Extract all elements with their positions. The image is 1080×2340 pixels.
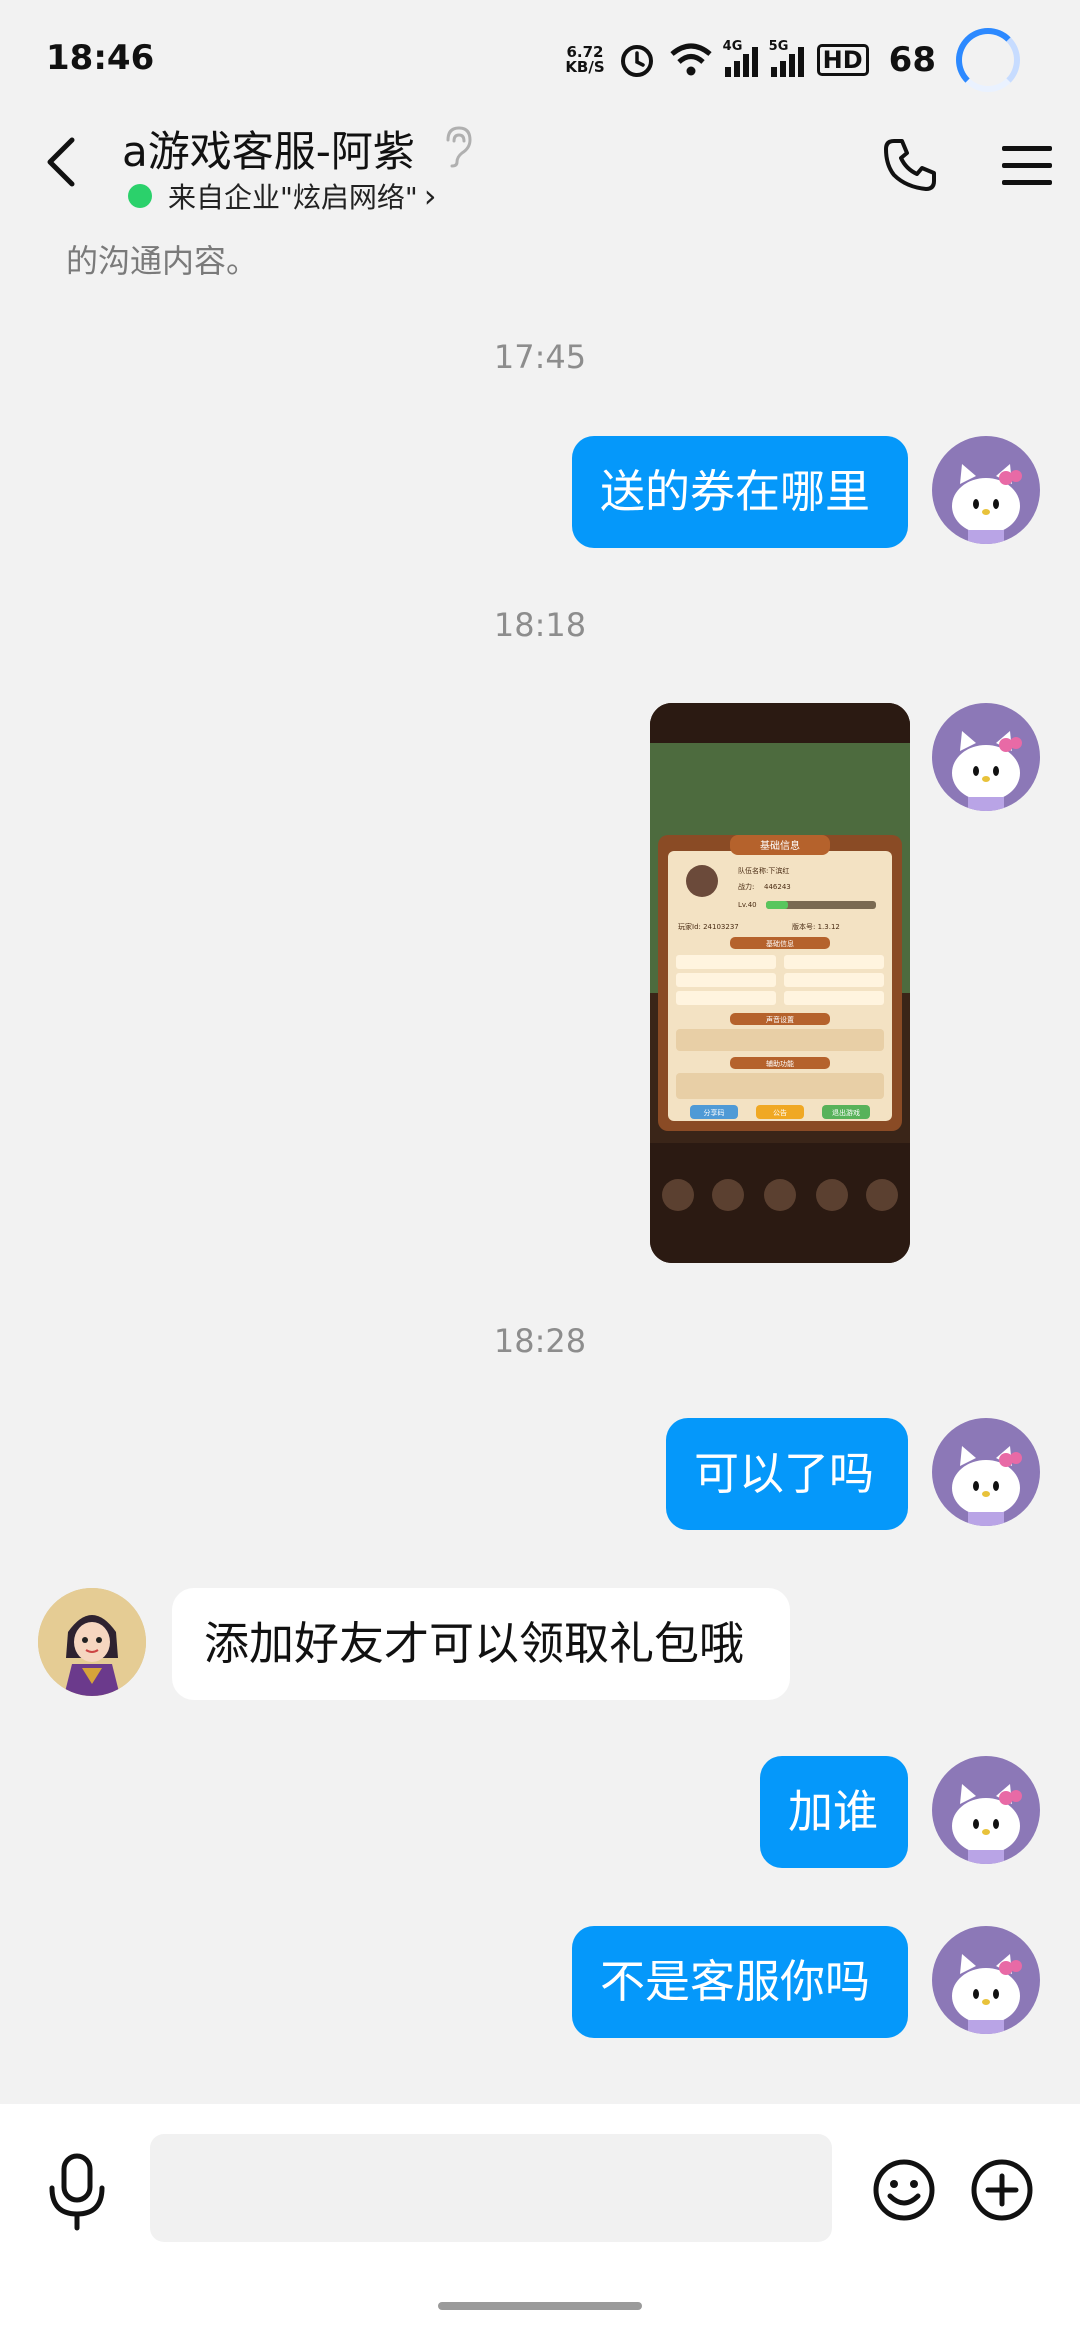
online-status-dot [128, 184, 152, 208]
message-outgoing[interactable]: 可以了吗 [666, 1418, 908, 1530]
timestamp: 18:18 [493, 606, 587, 644]
hello-kitty-avatar-icon [952, 1446, 1022, 1526]
status-time: 18:46 [46, 38, 155, 78]
system-notice-text: 的沟通内容。 [66, 242, 259, 280]
agent-avatar[interactable] [38, 1588, 146, 1696]
status-icons: 6.72 KB/S 4G 5G HD 68 [565, 28, 1020, 92]
svg-text:版本号: 1.3.12: 版本号: 1.3.12 [792, 922, 840, 931]
message-outgoing[interactable]: 加谁 [760, 1756, 908, 1868]
user-avatar[interactable] [932, 436, 1040, 544]
mic-icon[interactable] [44, 2152, 110, 2232]
wifi-icon [670, 43, 712, 76]
hello-kitty-avatar-icon [952, 464, 1022, 544]
hello-kitty-avatar-icon [952, 1784, 1022, 1864]
loading-ring-icon [956, 28, 1020, 92]
svg-text:队伍名称:下滨红: 队伍名称:下滨红 [738, 866, 789, 875]
ear-icon [446, 126, 472, 168]
agent-character-avatar-icon [38, 1588, 146, 1696]
home-indicator[interactable] [438, 2302, 642, 2310]
svg-text:Lv.40: Lv.40 [738, 901, 757, 909]
user-avatar[interactable] [932, 703, 1040, 811]
signal-4g: 4G [723, 39, 759, 77]
signal-5g: 5G [769, 39, 805, 77]
svg-text:战力:: 战力: [738, 882, 754, 891]
message-outgoing[interactable]: 不是客服你吗 [572, 1926, 908, 2038]
back-icon[interactable] [36, 132, 90, 192]
svg-text:玩家Id: 24103237: 玩家Id: 24103237 [678, 922, 739, 931]
hd-badge: HD [816, 44, 869, 76]
svg-text:基础信息: 基础信息 [760, 839, 800, 852]
svg-text:分享码: 分享码 [704, 1108, 725, 1117]
hello-kitty-avatar-icon [952, 1954, 1022, 2034]
hello-kitty-avatar-icon [952, 731, 1022, 811]
menu-icon[interactable] [1000, 142, 1056, 190]
image-message[interactable]: 基础信息 队伍名称:下滨红 战力: 446243 Lv.40 玩家Id: 241… [650, 703, 910, 1263]
user-avatar[interactable] [932, 1756, 1040, 1864]
message-incoming[interactable]: 添加好友才可以领取礼包哦 [172, 1588, 790, 1700]
svg-text:446243: 446243 [764, 883, 791, 891]
chevron-right-icon: › [423, 177, 437, 215]
net-speed: 6.72 KB/S [565, 43, 605, 76]
message-input[interactable] [150, 2134, 832, 2242]
enterprise-label: 来自企业"炫启网络" [168, 181, 418, 214]
plus-icon[interactable] [970, 2158, 1034, 2222]
chat-title[interactable]: a游戏客服-阿紫 [122, 118, 415, 179]
user-avatar[interactable] [932, 1418, 1040, 1526]
alarm-icon [620, 45, 653, 77]
phone-icon[interactable] [880, 135, 940, 195]
timestamp: 18:28 [493, 1322, 587, 1360]
svg-text:基础信息: 基础信息 [766, 939, 794, 948]
user-avatar[interactable] [932, 1926, 1040, 2034]
message-outgoing[interactable]: 送的券在哪里 [572, 436, 908, 548]
svg-text:公告: 公告 [773, 1108, 787, 1117]
svg-text:退出游戏: 退出游戏 [832, 1108, 860, 1117]
svg-text:辅助功能: 辅助功能 [766, 1059, 794, 1068]
svg-text:声音设置: 声音设置 [766, 1015, 794, 1024]
emoji-icon[interactable] [872, 2158, 936, 2222]
game-screenshot-image: 基础信息 队伍名称:下滨红 战力: 446243 Lv.40 玩家Id: 241… [650, 703, 910, 1263]
timestamp: 17:45 [493, 338, 587, 376]
battery-level: 68 [888, 40, 936, 80]
enterprise-link[interactable]: 来自企业"炫启网络" › [128, 176, 437, 216]
